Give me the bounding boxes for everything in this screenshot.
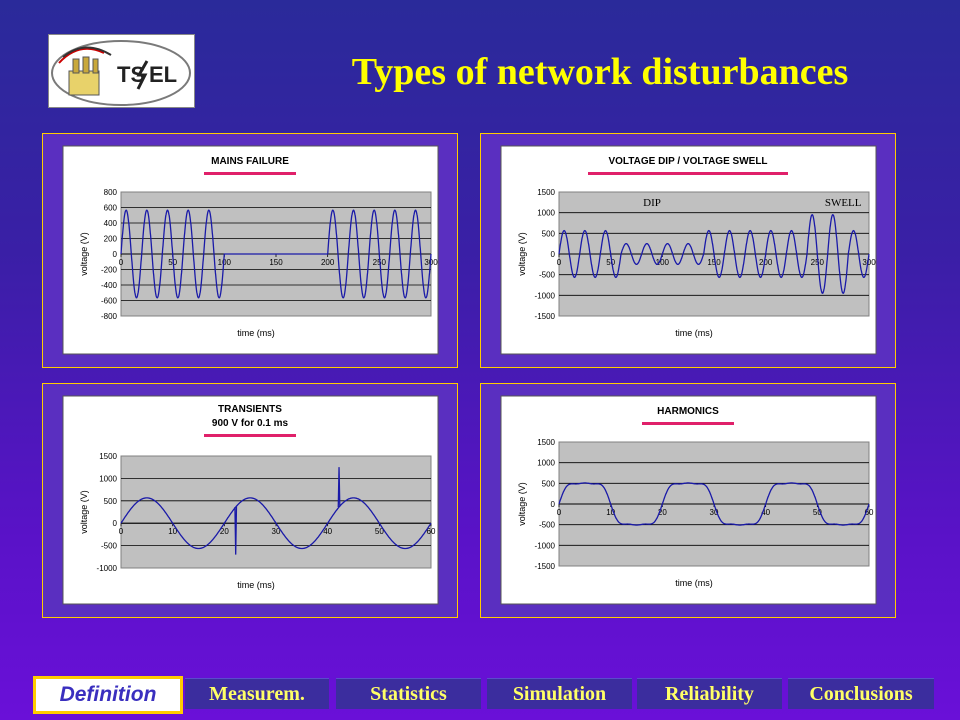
title-underline — [642, 422, 734, 425]
nav-statistics[interactable]: Statistics — [336, 678, 481, 709]
x-tick-label: 200 — [759, 258, 773, 267]
title-underline — [588, 172, 788, 175]
nav-conclusions[interactable]: Conclusions — [788, 678, 934, 709]
x-tick-label: 150 — [269, 258, 283, 267]
chart-title: HARMONICS — [657, 406, 719, 417]
y-tick-label: -600 — [101, 297, 118, 306]
x-tick-label: 300 — [424, 258, 438, 267]
annotation-label: DIP — [643, 197, 661, 209]
y-tick-label: 800 — [104, 188, 118, 197]
title-underline — [204, 172, 296, 175]
x-tick-label: 0 — [119, 258, 124, 267]
page-title: Types of network disturbances — [351, 51, 849, 93]
y-tick-label: 400 — [104, 219, 118, 228]
x-axis-label: time (ms) — [675, 578, 713, 588]
y-tick-label: 0 — [551, 250, 556, 259]
nav-measurement[interactable]: Measurem. — [185, 678, 329, 709]
nav-reliability[interactable]: Reliability — [637, 678, 782, 709]
title-underline — [204, 434, 296, 437]
chart-transients: TRANSIENTS900 V for 0.1 ms150010005000-5… — [62, 395, 439, 605]
chart-title: TRANSIENTS — [218, 404, 282, 415]
y-tick-label: -800 — [101, 312, 118, 321]
x-tick-label: 100 — [656, 258, 670, 267]
x-axis-label: time (ms) — [237, 580, 275, 590]
x-tick-label: 0 — [557, 508, 562, 517]
x-axis-label: time (ms) — [237, 328, 275, 338]
y-tick-label: 0 — [113, 519, 118, 528]
bottom-navigation: Definition Measurem. Statistics Simulati… — [30, 676, 940, 714]
nav-definition[interactable]: Definition — [33, 676, 183, 714]
y-tick-label: 200 — [104, 235, 118, 244]
y-tick-label: -200 — [101, 266, 118, 275]
tsel-logo: TS EL — [48, 34, 195, 108]
chart-panel-transients: TRANSIENTS 900 V for 0.1 ms 1500 1000 500 0 -5… — [42, 383, 458, 618]
nav-simulation[interactable]: Simulation — [487, 678, 632, 709]
chart-mains-failure: MAINS FAILURE8006004002000-200-400-600-8… — [62, 145, 439, 355]
x-tick-label: 100 — [218, 258, 232, 267]
x-axis-label: time (ms) — [675, 328, 713, 338]
y-tick-label: 500 — [542, 229, 556, 238]
y-tick-label: -500 — [539, 521, 556, 530]
y-tick-label: 1000 — [99, 474, 117, 483]
y-tick-label: -500 — [101, 542, 118, 551]
y-tick-label: 1500 — [537, 438, 555, 447]
y-tick-label: 600 — [104, 204, 118, 213]
y-tick-label: 500 — [104, 497, 118, 506]
y-tick-label: -1000 — [97, 564, 118, 573]
y-tick-label: -1000 — [535, 541, 556, 550]
chart-panel-harmonics: HARMONICS 1500 1000 500 0 -500 -1000 -1500 0 10 20… — [480, 383, 896, 618]
y-tick-label: 0 — [551, 500, 556, 509]
y-axis-label: voltage (V) — [517, 232, 527, 276]
plot-area — [120, 455, 432, 569]
annotation-label: SWELL — [825, 197, 862, 209]
x-tick-label: 300 — [862, 258, 876, 267]
chart-dip-swell: VOLTAGE DIP / VOLTAGE SWELL150010005000-… — [500, 145, 877, 355]
y-axis-label: voltage (V) — [517, 482, 527, 526]
y-axis-label: voltage (V) — [79, 490, 89, 534]
chart-harmonics: HARMONICS150010005000-500-1000-15000 10 20… — [500, 395, 877, 605]
y-tick-label: -1500 — [535, 562, 556, 571]
y-tick-label: -400 — [101, 281, 118, 290]
y-tick-label: 1000 — [537, 459, 555, 468]
chart-panel-dip-swell: VOLTAGE DIP / VOLTAGE SWELL 1500 1000 500 0-… — [480, 133, 896, 368]
chart-subtitle: 900 V for 0.1 ms — [212, 418, 289, 429]
chart-panel-mains-failure: MAINS FAILURE 800 600 400 200 0 -200 -400 -600 -8… — [42, 133, 458, 368]
chart-title: VOLTAGE DIP / VOLTAGE SWELL — [608, 156, 767, 167]
y-tick-label: -1500 — [535, 312, 556, 321]
y-tick-label: -500 — [539, 271, 556, 280]
x-tick-label: 0 — [119, 527, 124, 536]
logo-text-el: EL — [149, 62, 177, 87]
x-tick-label: 200 — [321, 258, 335, 267]
chart-title: MAINS FAILURE — [211, 156, 289, 167]
y-tick-label: -1000 — [535, 291, 556, 300]
y-tick-label: 0 — [113, 250, 118, 259]
y-tick-label: 1000 — [537, 209, 555, 218]
y-axis-label: voltage (V) — [79, 232, 89, 276]
x-tick-label: 0 — [557, 258, 562, 267]
y-tick-label: 500 — [542, 479, 556, 488]
y-tick-label: 1500 — [99, 452, 117, 461]
y-tick-label: 1500 — [537, 188, 555, 197]
